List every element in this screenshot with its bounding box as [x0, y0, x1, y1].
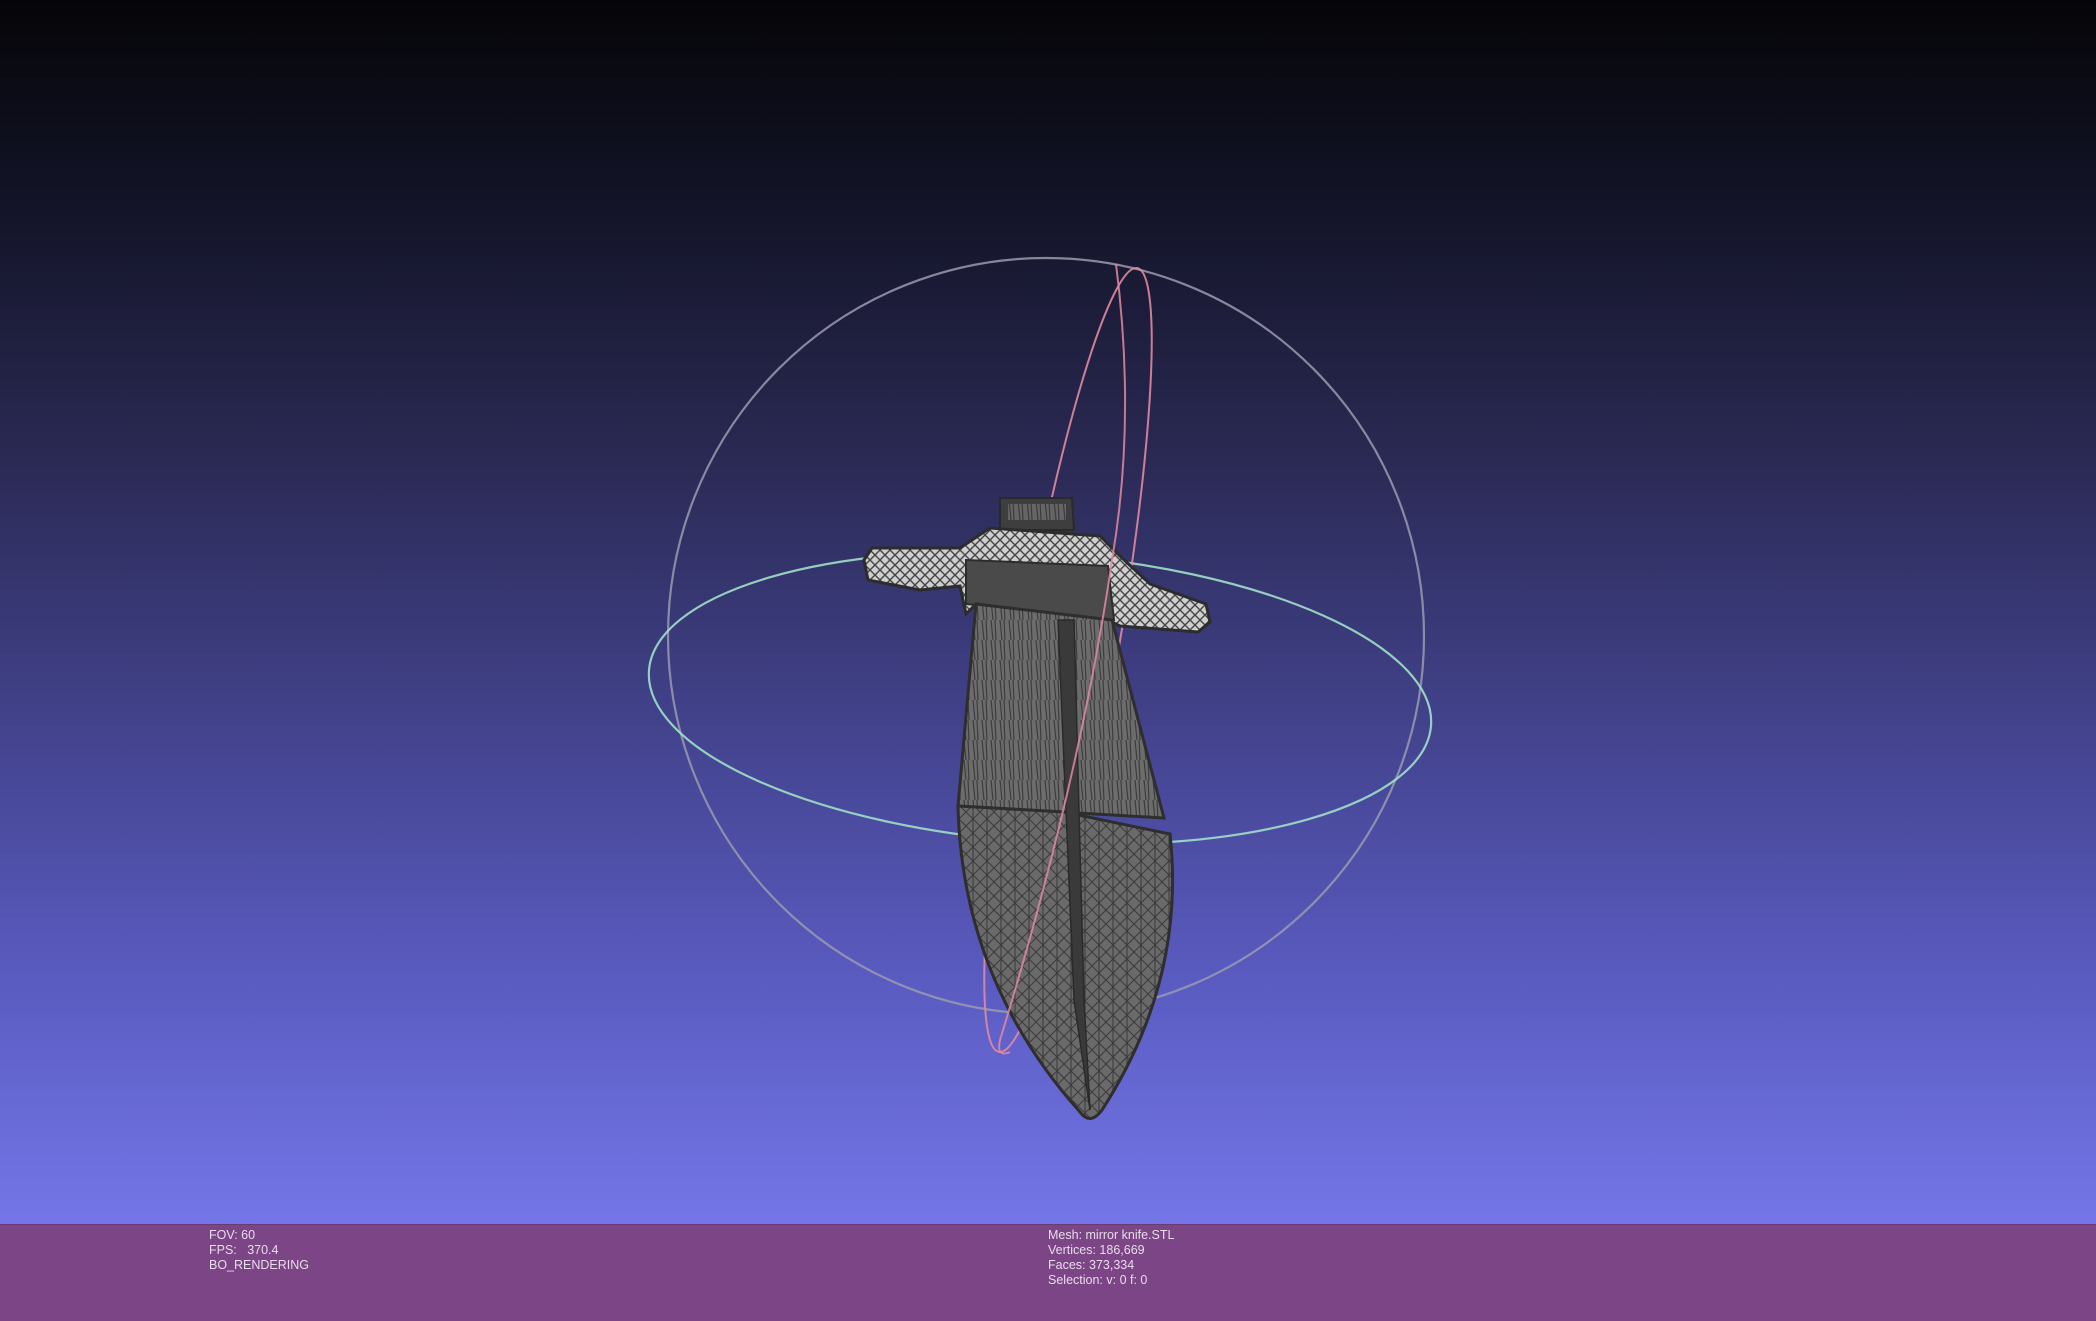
mesh-info-panel: Mesh: mirror knife.STL Vertices: 186,669… — [1048, 1228, 1174, 1288]
scene-canvas[interactable] — [0, 0, 2096, 1224]
mesh-model-knife[interactable] — [862, 497, 1212, 1120]
selection-readout: Selection: v: 0 f: 0 — [1048, 1273, 1148, 1287]
fps-readout: FPS: 370.4 — [209, 1243, 279, 1257]
fov-readout: FOV: 60 — [209, 1228, 256, 1242]
knife-blade-lower — [956, 804, 1175, 1120]
vertices-readout: Vertices: 186,669 — [1048, 1243, 1145, 1257]
render-info-panel: FOV: 60 FPS: 370.4 BO_RENDERING — [209, 1228, 309, 1273]
knife-pommel-detail — [1008, 504, 1066, 520]
3d-viewport[interactable] — [0, 0, 2096, 1224]
render-mode-readout: BO_RENDERING — [209, 1258, 310, 1272]
mesh-name-readout: Mesh: mirror knife.STL — [1048, 1228, 1175, 1242]
faces-readout: Faces: 373,334 — [1048, 1258, 1135, 1272]
